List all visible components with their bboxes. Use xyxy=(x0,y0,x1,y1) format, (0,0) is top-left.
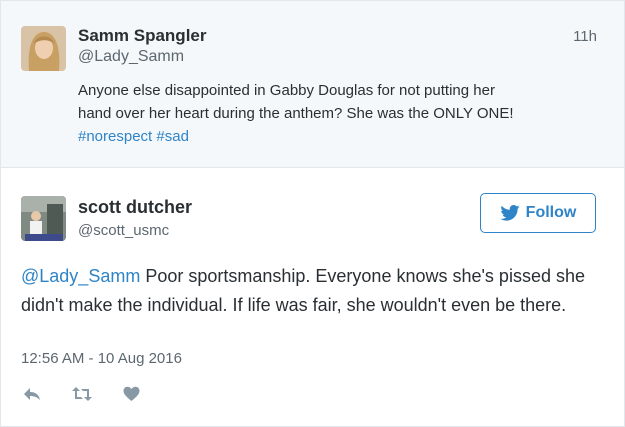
author-name[interactable]: scott dutcher xyxy=(78,197,192,218)
like-icon[interactable] xyxy=(123,386,140,402)
tweet-text-line2: hand over her heart during the anthem? S… xyxy=(78,105,514,122)
reply-icon[interactable] xyxy=(23,386,41,402)
tweet-timestamp[interactable]: 12:56 AM - 10 Aug 2016 xyxy=(21,350,182,367)
author-handle[interactable]: @Lady_Samm xyxy=(78,48,184,66)
follow-label: Follow xyxy=(525,204,577,221)
reply-text: @Lady_Samm Poor sportsmanship. Everyone … xyxy=(21,262,606,320)
twitter-bird-icon xyxy=(500,205,520,221)
tweet-text-line1: Anyone else disappointed in Gabby Dougla… xyxy=(78,82,495,99)
avatar[interactable] xyxy=(21,26,66,71)
hashtag-link[interactable]: #norespect xyxy=(78,128,152,145)
follow-button[interactable]: Follow xyxy=(480,193,596,233)
parent-tweet: Samm Spangler @Lady_Samm 11h Anyone else… xyxy=(1,1,624,168)
tweet-text: Anyone else disappointed in Gabby Dougla… xyxy=(78,79,603,148)
mention-link[interactable]: @Lady_Samm xyxy=(21,266,140,286)
hashtag-link[interactable]: #sad xyxy=(156,128,189,145)
tweet-embed: Samm Spangler @Lady_Samm 11h Anyone else… xyxy=(0,0,625,427)
retweet-icon[interactable] xyxy=(71,386,93,402)
author-name[interactable]: Samm Spangler xyxy=(78,26,207,46)
author-handle[interactable]: @scott_usmc xyxy=(78,222,169,239)
tweet-time[interactable]: 11h xyxy=(573,28,597,45)
avatar[interactable] xyxy=(21,196,66,241)
tweet-actions xyxy=(23,386,140,402)
